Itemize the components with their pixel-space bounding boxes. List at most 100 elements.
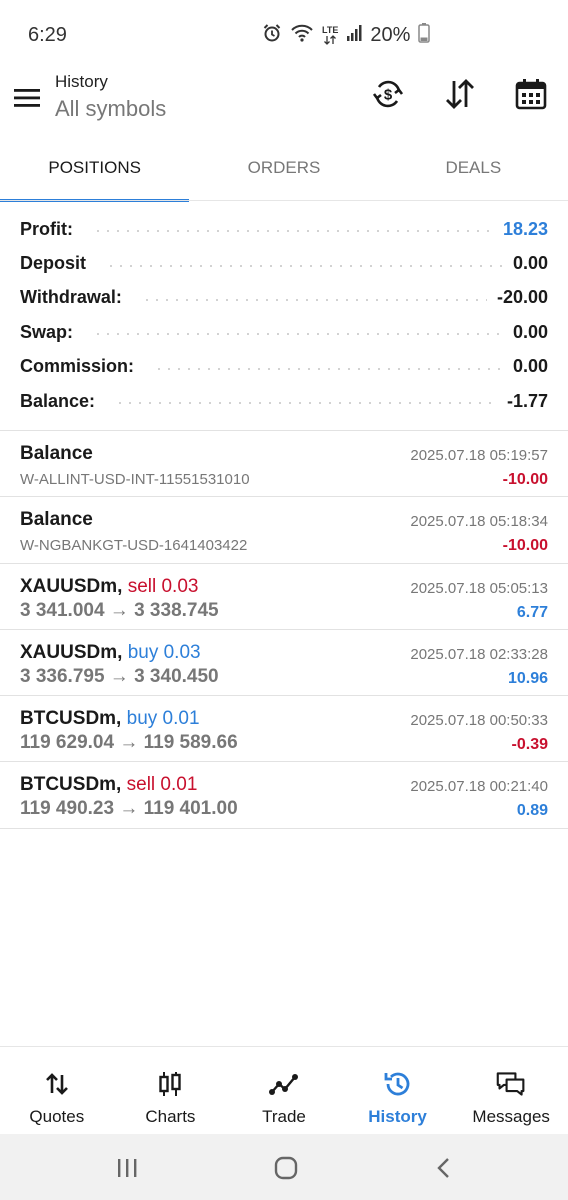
profit-label: Profit: [20,218,73,239]
quotes-icon [42,1069,72,1099]
currency-sync-icon: $ [371,77,405,116]
calendar-button[interactable] [511,76,551,116]
summary-balance-row: Balance: -1.77 [0,384,568,418]
item-amount: 0.89 [516,802,548,820]
item-title: Balance [20,443,93,464]
item-prices: 3 341.004 → 3 338.745 [20,599,219,621]
swap-label: Swap: [20,321,74,342]
summary-swap-row: Swap: 0.00 [0,315,568,349]
item-time: 2025.07.18 02:33:28 [410,645,548,663]
sort-button[interactable] [440,76,480,116]
item-amount: 6.77 [516,603,548,621]
item-time: 2025.07.18 00:21:40 [410,778,548,796]
profit-value: 18.23 [502,218,548,239]
nav-trade[interactable]: Trade [227,1047,341,1134]
list-item[interactable]: BTCUSDm, sell 0.01 119 490.23 → 119 401.… [0,762,568,829]
item-side: buy 0.01 [126,708,200,730]
nav-messages[interactable]: Messages [454,1047,568,1134]
item-side: sell 0.01 [126,774,198,796]
dot-leader [93,230,493,233]
nav-quotes[interactable]: Quotes [0,1047,114,1134]
balance-label: Balance: [20,390,96,411]
currency-sync-button[interactable]: $ [368,76,408,116]
item-prices: 119 490.23 → 119 401.00 [20,798,238,820]
list-item[interactable]: BTCUSDm, buy 0.01 119 629.04 → 119 589.6… [0,696,568,763]
dot-leader [141,298,487,301]
swap-value: 0.00 [512,321,548,342]
history-list: Balance W-ALLINT-USD-INT-11551531010 202… [0,430,568,829]
item-time: 2025.07.18 05:18:34 [410,513,548,531]
status-time: 6:29 [28,24,67,46]
battery-icon [418,22,431,48]
nav-charts[interactable]: Charts [114,1047,228,1134]
nav-history[interactable]: History [341,1047,455,1134]
dot-leader [115,402,497,405]
sort-icon [443,77,477,116]
item-amount: -10.00 [502,471,548,488]
signal-icon [346,24,362,47]
summary-withdrawal-row: Withdrawal: -20.00 [0,281,568,315]
item-side: buy 0.03 [127,641,201,663]
home-icon[interactable] [272,1154,300,1182]
item-side: sell 0.03 [127,575,199,597]
list-item[interactable]: XAUUSDm, buy 0.03 3 336.795 → 3 340.450 … [0,630,568,697]
status-icons: LTE 20% [262,22,431,48]
summary-deposit-row: Deposit 0.00 [0,246,568,280]
system-navigation-bar [0,1134,568,1200]
bottom-nav: Quotes Charts Trade History Messages [0,1046,568,1134]
item-time: 2025.07.18 00:50:33 [410,712,548,730]
item-time: 2025.07.18 05:19:57 [410,447,548,464]
back-icon[interactable] [430,1154,458,1182]
item-amount: 10.96 [507,669,548,687]
summary-commission-row: Commission: 0.00 [0,350,568,384]
status-bar: 6:29 LTE 20% [0,0,568,68]
item-amount: -10.00 [502,537,548,555]
item-comment: W-NGBANKGT-USD-1641403422 [20,537,248,555]
item-prices: 119 629.04 → 119 589.66 [20,732,238,754]
messages-icon [496,1069,526,1099]
balance-value: -1.77 [506,390,548,411]
item-title: BTCUSDm, sell 0.01 [20,774,198,796]
item-amount: -0.39 [511,736,548,754]
tabs-divider [0,200,568,201]
withdrawal-value: -20.00 [496,287,548,308]
app-header: History All symbols $ [0,68,568,140]
history-icon [383,1069,413,1099]
dot-leader [154,367,503,370]
nav-label: Trade [262,1107,306,1126]
nav-label: Messages [472,1107,550,1126]
page-title: History [55,72,108,91]
wifi-icon [290,23,314,48]
alarm-icon [262,23,282,48]
menu-icon[interactable] [14,86,42,110]
symbol-filter[interactable]: All symbols [55,96,166,122]
summary-panel: Profit: 18.23 Deposit 0.00 Withdrawal: -… [0,212,568,418]
nav-label: Quotes [29,1107,85,1126]
item-comment: W-ALLINT-USD-INT-11551531010 [20,471,250,488]
battery-percent: 20% [370,23,411,46]
list-item[interactable]: Balance W-ALLINT-USD-INT-11551531010 202… [0,431,568,498]
nav-label: Charts [145,1107,196,1126]
tab-deals[interactable]: DEALS [379,140,568,202]
list-item[interactable]: Balance W-NGBANKGT-USD-1641403422 2025.0… [0,497,568,564]
svg-text:$: $ [384,86,393,103]
summary-profit-row: Profit: 18.23 [0,212,568,246]
dot-leader [106,264,503,267]
history-tabs: POSITIONS ORDERS DEALS [0,140,568,202]
deposit-value: 0.00 [512,253,548,274]
withdrawal-label: Withdrawal: [20,287,122,308]
item-prices: 3 336.795 → 3 340.450 [20,665,219,687]
item-title: XAUUSDm, sell 0.03 [20,575,199,597]
item-title: XAUUSDm, buy 0.03 [20,641,201,663]
commission-value: 0.00 [512,356,548,377]
list-item[interactable]: XAUUSDm, sell 0.03 3 341.004 → 3 338.745… [0,564,568,630]
tab-orders[interactable]: ORDERS [189,140,378,202]
lte-indicator: LTE [322,25,338,45]
calendar-icon [514,77,548,116]
dot-leader [93,333,503,336]
trade-icon [268,1069,299,1099]
recent-apps-icon[interactable] [113,1154,141,1182]
nav-label: History [368,1107,427,1126]
tab-positions[interactable]: POSITIONS [0,140,190,202]
deposit-label: Deposit [20,253,87,274]
